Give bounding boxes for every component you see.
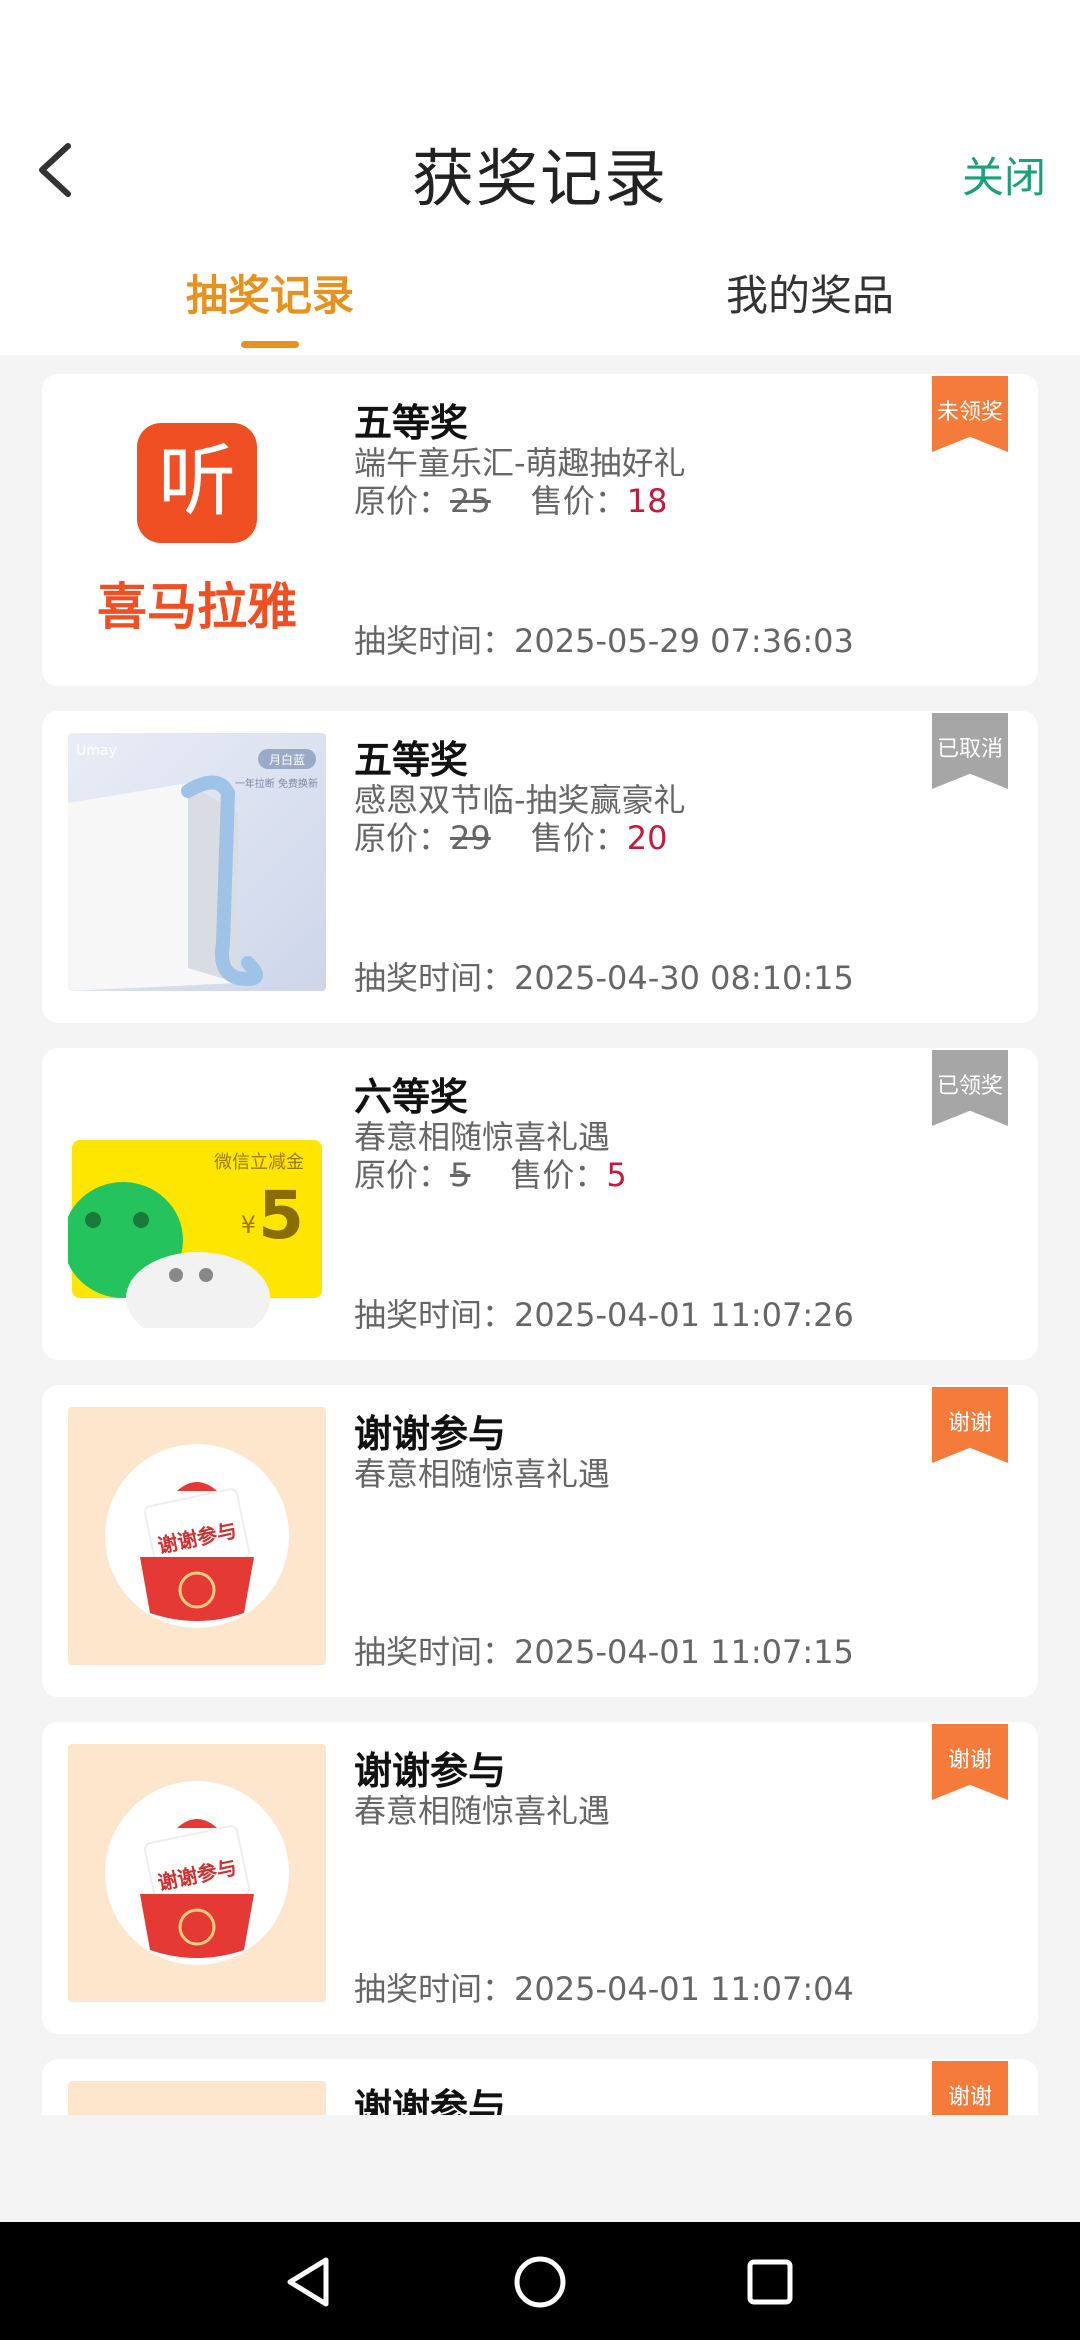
draw-time-value: 2025-04-01 11:07:26 bbox=[514, 1296, 854, 1334]
draw-time: 抽奖时间：2025-05-29 07:36:03 bbox=[354, 616, 854, 662]
svg-text:¥: ¥ bbox=[241, 1211, 256, 1239]
original-price-label: 原价： bbox=[354, 482, 451, 520]
thanks-envelope-icon: 谢谢参与 bbox=[105, 1444, 289, 1628]
triangle-back-icon bbox=[287, 2257, 329, 2307]
prize-thumbnail: 谢谢参与 bbox=[68, 1407, 326, 1665]
records-list[interactable]: 听 喜马拉雅 五等奖 端午童乐汇-萌趣抽好礼 原价：25 售价：18 抽奖时间：2… bbox=[0, 355, 1080, 2115]
draw-time-label: 抽奖时间： bbox=[354, 1296, 515, 1334]
nav-recents-button[interactable] bbox=[738, 2250, 802, 2314]
record-card[interactable]: 谢谢参与 谢谢参与 春意相随惊喜礼遇 抽奖时间：2025-04-01 11:07… bbox=[42, 1722, 1038, 2034]
draw-time-label: 抽奖时间： bbox=[354, 1633, 515, 1671]
draw-time: 抽奖时间：2025-04-30 08:10:15 bbox=[354, 953, 854, 999]
close-button[interactable]: 关闭 bbox=[962, 144, 1046, 205]
thanks-envelope-icon: 谢谢参与 bbox=[105, 1781, 289, 1965]
sale-price-label: 售价： bbox=[510, 1156, 607, 1194]
draw-time-value: 2025-04-01 11:07:15 bbox=[514, 1633, 854, 1671]
svg-text:Umay: Umay bbox=[76, 743, 117, 759]
draw-time: 抽奖时间：2025-04-01 11:07:26 bbox=[354, 1290, 854, 1336]
tab-my-prizes[interactable]: 我的奖品 bbox=[540, 262, 1080, 323]
ximalaya-logo-icon: 听 喜马拉雅 bbox=[97, 423, 297, 636]
record-card[interactable]: 听 喜马拉雅 五等奖 端午童乐汇-萌趣抽好礼 原价：25 售价：18 抽奖时间：2… bbox=[42, 374, 1038, 686]
draw-time-label: 抽奖时间： bbox=[354, 1970, 515, 2008]
umay-product-image: Umay 月白蓝 一年拉断 免费换新 bbox=[68, 743, 318, 991]
svg-text:月白蓝: 月白蓝 bbox=[269, 752, 305, 767]
original-price: 25 bbox=[450, 482, 491, 520]
square-recents-icon bbox=[747, 2259, 793, 2305]
bottom-spacer bbox=[0, 2115, 1080, 2222]
status-badge: 已领奖 bbox=[932, 1050, 1008, 1126]
status-badge: 谢谢 bbox=[932, 2061, 1008, 2115]
svg-text:一年拉断 免费换新: 一年拉断 免费换新 bbox=[235, 777, 318, 790]
header: 获奖记录 关闭 抽奖记录 我的奖品 bbox=[0, 0, 1080, 355]
circle-home-icon bbox=[514, 2256, 566, 2308]
svg-text:听: 听 bbox=[158, 437, 236, 527]
status-badge: 谢谢 bbox=[932, 1387, 1008, 1463]
svg-text:微信立减金: 微信立减金 bbox=[214, 1152, 304, 1173]
page-title: 获奖记录 bbox=[411, 142, 668, 215]
event-name: 春意相随惊喜礼遇 bbox=[354, 1455, 611, 1493]
nav-home-button[interactable] bbox=[508, 2250, 572, 2314]
sale-price: 20 bbox=[626, 819, 668, 857]
price-row: 原价：5 售价：5 bbox=[354, 1150, 627, 1196]
sale-price-label: 售价： bbox=[530, 819, 627, 857]
prize-thumbnail: 谢谢参与 bbox=[68, 1744, 326, 2002]
prize-thumbnail: 微信立减金 ¥ 5 bbox=[68, 1070, 326, 1328]
draw-time-value: 2025-05-29 07:36:03 bbox=[514, 622, 854, 660]
sale-price: 5 bbox=[606, 1156, 627, 1194]
record-card[interactable]: 谢谢参与 谢谢参与 春意相随惊喜礼遇 抽奖时间：2025-04-01 11:07… bbox=[42, 1385, 1038, 1697]
wechat-coupon-icon: 微信立减金 ¥ 5 bbox=[68, 1140, 322, 1328]
original-price-label: 原价： bbox=[354, 1156, 451, 1194]
tab-lottery-records[interactable]: 抽奖记录 bbox=[0, 262, 540, 323]
draw-time-value: 2025-04-30 08:10:15 bbox=[514, 959, 854, 997]
svg-text:5: 5 bbox=[258, 1177, 304, 1254]
draw-time: 抽奖时间：2025-04-01 11:07:04 bbox=[354, 1964, 854, 2010]
status-badge: 谢谢 bbox=[932, 1724, 1008, 1800]
status-badge: 未领奖 bbox=[932, 376, 1008, 452]
prize-thumbnail: Umay 月白蓝 一年拉断 免费换新 bbox=[68, 733, 326, 991]
draw-time-label: 抽奖时间： bbox=[354, 622, 515, 660]
sale-price: 18 bbox=[626, 482, 668, 520]
event-name: 春意相随惊喜礼遇 bbox=[354, 1792, 611, 1830]
nav-back-button[interactable] bbox=[278, 2250, 342, 2314]
sale-price-label: 售价： bbox=[530, 482, 627, 520]
record-card[interactable]: 谢谢参与 谢谢 bbox=[42, 2059, 1038, 2115]
prize-level: 谢谢参与 bbox=[354, 2086, 507, 2115]
status-badge: 已取消 bbox=[932, 713, 1008, 789]
system-nav-bar bbox=[0, 2222, 1080, 2340]
active-tab-indicator bbox=[241, 341, 299, 348]
draw-time: 抽奖时间：2025-04-01 11:07:15 bbox=[354, 1627, 854, 1673]
svg-text:喜马拉雅: 喜马拉雅 bbox=[97, 578, 297, 636]
price-row: 原价：29 售价：20 bbox=[354, 813, 667, 859]
draw-time-label: 抽奖时间： bbox=[354, 959, 515, 997]
prize-thumbnail bbox=[68, 2081, 326, 2115]
prize-thumbnail: 听 喜马拉雅 bbox=[68, 396, 326, 654]
record-card[interactable]: Umay 月白蓝 一年拉断 免费换新 五等奖 感恩双节临-抽奖赢豪礼 原价：29… bbox=[42, 711, 1038, 1023]
original-price-label: 原价： bbox=[354, 819, 451, 857]
original-price: 5 bbox=[450, 1156, 471, 1194]
price-row: 原价：25 售价：18 bbox=[354, 476, 667, 522]
record-card[interactable]: 微信立减金 ¥ 5 六等奖 春意相随惊喜礼遇 原价：5 售价：5 抽奖时间：202… bbox=[42, 1048, 1038, 1360]
original-price: 29 bbox=[450, 819, 491, 857]
draw-time-value: 2025-04-01 11:07:04 bbox=[514, 1970, 854, 2008]
